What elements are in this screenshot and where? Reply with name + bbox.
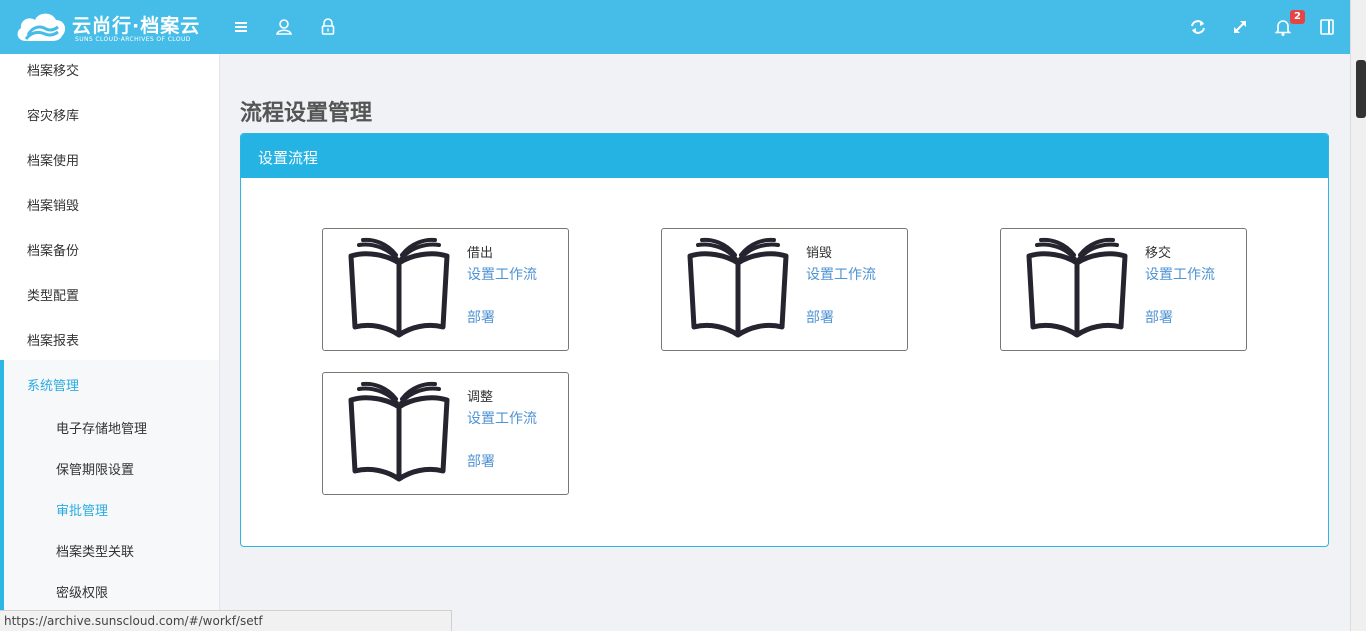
sidebar-toggle-icon[interactable] <box>1316 16 1338 38</box>
fullscreen-icon[interactable] <box>1229 16 1251 38</box>
sidebar-item-usage[interactable]: 档案使用 <box>27 150 79 169</box>
panel-title: 设置流程 <box>258 149 319 167</box>
sidebar-subitem-storage[interactable]: 电子存储地管理 <box>56 418 147 437</box>
status-url-bar: https://archive.sunscloud.com/#/workf/se… <box>0 610 452 631</box>
sidebar-item-transfer[interactable]: 档案移交 <box>27 60 79 79</box>
sidebar-subitem-type-association[interactable]: 档案类型关联 <box>56 541 134 560</box>
card-title: 销毁 <box>806 246 833 261</box>
workflow-card: 调整 设置工作流 部署 <box>322 372 569 495</box>
deploy-link[interactable]: 部署 <box>1145 307 1173 327</box>
sidebar-subitem-approval[interactable]: 审批管理 <box>56 500 108 519</box>
active-group-background <box>0 360 219 631</box>
sidebar-item-destroy[interactable]: 档案销毁 <box>27 195 79 214</box>
workflow-card: 移交 设置工作流 部署 <box>1000 228 1247 351</box>
workflow-card: 销毁 设置工作流 部署 <box>661 228 908 351</box>
workflow-panel: 设置流程 借出 设置工作流 部署 销毁 设置工作流 部署 移交 设置工作流 部署 <box>240 133 1329 547</box>
logo-subtitle: SUNS CLOUD·ARCHIVES OF CLOUD <box>75 36 191 43</box>
top-navbar: 云尚行·档案云 SUNS CLOUD·ARCHIVES OF CLOUD 2 <box>0 0 1350 54</box>
page-title: 流程设置管理 <box>240 101 373 126</box>
set-workflow-link[interactable]: 设置工作流 <box>467 408 537 428</box>
book-icon <box>687 237 789 338</box>
book-icon <box>348 237 450 338</box>
card-title: 调整 <box>467 390 494 405</box>
sidebar-subitem-retention[interactable]: 保管期限设置 <box>56 459 134 478</box>
menu-icon[interactable] <box>230 16 252 38</box>
book-icon <box>1026 237 1128 338</box>
scrollbar-thumb[interactable] <box>1356 60 1366 118</box>
sidebar-item-disaster-recovery[interactable]: 容灾移库 <box>27 105 79 124</box>
deploy-link[interactable]: 部署 <box>467 307 495 327</box>
lock-icon[interactable] <box>317 16 339 38</box>
book-icon <box>348 381 450 482</box>
sidebar-item-system-management[interactable]: 系统管理 <box>27 375 79 394</box>
sidebar: 档案移交 容灾移库 档案使用 档案销毁 档案备份 类型配置 档案报表 系统管理 … <box>0 54 220 631</box>
logo-title: 云尚行·档案云 <box>72 15 201 37</box>
sidebar-item-backup[interactable]: 档案备份 <box>27 240 79 259</box>
user-icon[interactable] <box>273 16 295 38</box>
set-workflow-link[interactable]: 设置工作流 <box>806 264 876 284</box>
card-title: 移交 <box>1145 246 1172 261</box>
cloud-logo-icon <box>17 13 66 41</box>
sidebar-item-type-config[interactable]: 类型配置 <box>27 285 79 304</box>
active-indicator <box>0 360 4 631</box>
sidebar-subitem-security-level[interactable]: 密级权限 <box>56 582 108 601</box>
set-workflow-link[interactable]: 设置工作流 <box>467 264 537 284</box>
notification-badge: 2 <box>1290 10 1305 24</box>
sidebar-item-reports[interactable]: 档案报表 <box>27 330 79 349</box>
set-workflow-link[interactable]: 设置工作流 <box>1145 264 1215 284</box>
logo[interactable]: 云尚行·档案云 SUNS CLOUD·ARCHIVES OF CLOUD <box>14 10 204 46</box>
deploy-link[interactable]: 部署 <box>467 451 495 471</box>
refresh-icon[interactable] <box>1187 16 1209 38</box>
panel-header: 设置流程 <box>241 134 1328 178</box>
card-title: 借出 <box>467 246 494 261</box>
workflow-card: 借出 设置工作流 部署 <box>322 228 569 351</box>
deploy-link[interactable]: 部署 <box>806 307 834 327</box>
